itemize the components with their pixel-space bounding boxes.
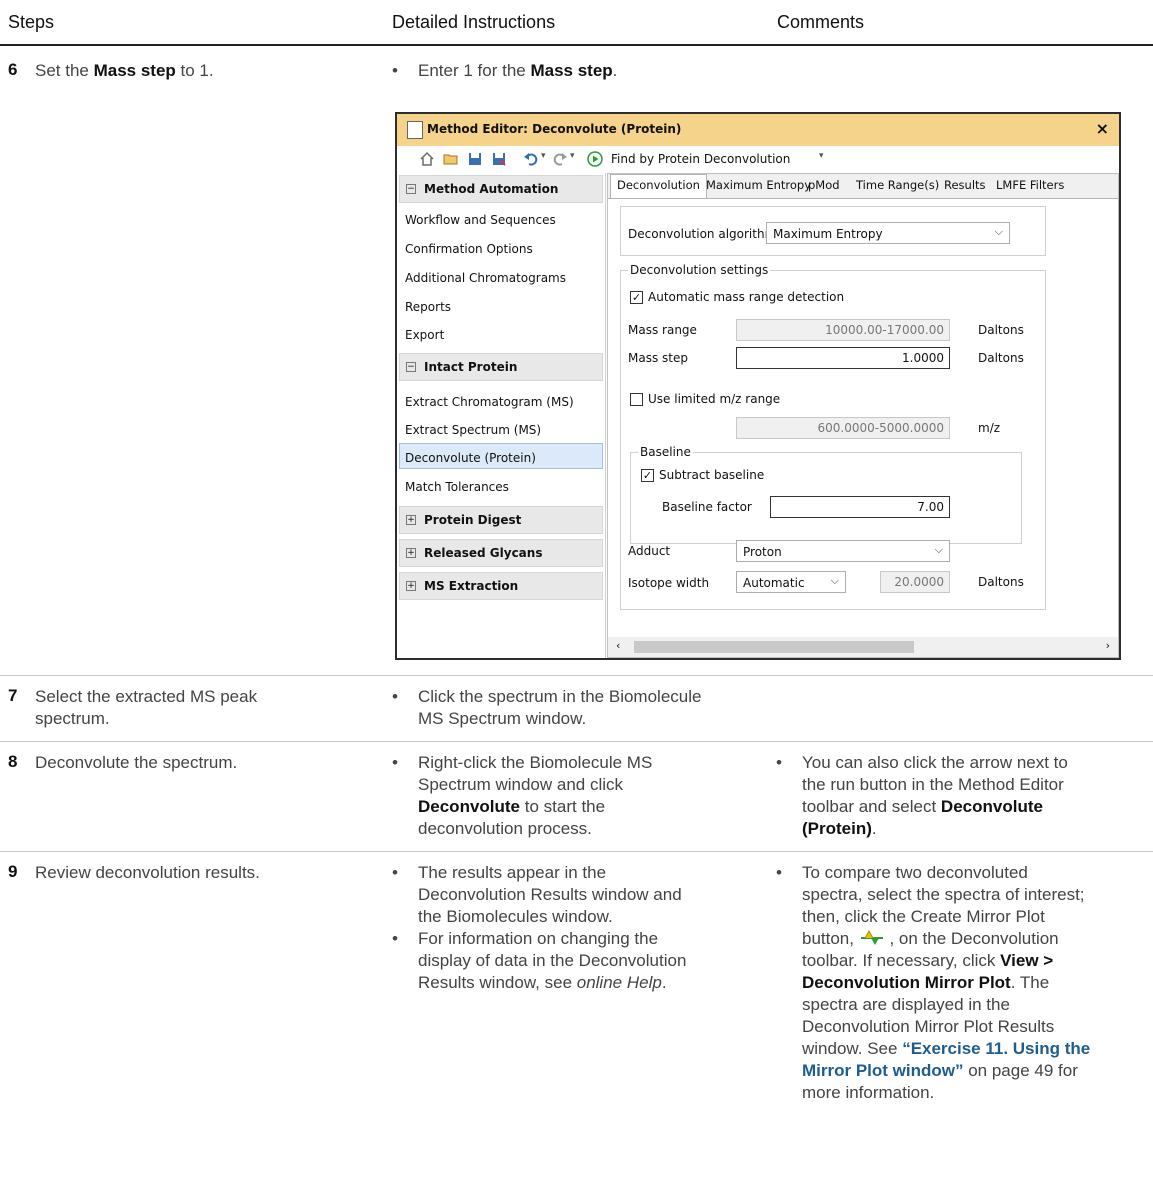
tree-item-deconvolute[interactable]: Deconvolute (Protein) [405, 451, 536, 465]
run-label[interactable]: Find by Protein Deconvolution [611, 152, 790, 166]
isotope-unit: Daltons [978, 575, 1024, 589]
mz-unit: m/z [978, 421, 1001, 435]
baseline-factor-field[interactable]: 7.00 [770, 496, 950, 518]
row-divider [0, 675, 1153, 676]
mass-step-unit: Daltons [978, 351, 1024, 365]
tab-strip: Deconvolution Maximum Entropy pMod Time … [608, 174, 1118, 199]
row-divider [0, 851, 1153, 852]
run-icon[interactable] [587, 151, 603, 167]
step-number: 9 [8, 862, 18, 881]
algorithm-label: Deconvolution algorithm [628, 227, 777, 241]
tree-item-workflow[interactable]: Workflow and Sequences [405, 213, 556, 227]
scrollbar-thumb[interactable] [634, 641, 914, 653]
undo-dropdown-icon[interactable]: ▾ [541, 151, 546, 161]
subtract-baseline-label: Subtract baseline [659, 468, 765, 482]
tab-time-ranges[interactable]: Time Range(s) [856, 178, 939, 192]
algorithm-select[interactable]: Maximum Entropy ⌵ [766, 222, 1010, 244]
tree-item-extract-spectrum[interactable]: Extract Spectrum (MS) [405, 423, 541, 437]
editor-icon [407, 121, 423, 139]
redo-icon[interactable] [552, 151, 568, 167]
run-dropdown-icon[interactable]: ▾ [819, 151, 824, 161]
mirror-plot-icon [860, 929, 883, 945]
tree-item-chromatograms[interactable]: Additional Chromatograms [405, 271, 566, 285]
redo-dropdown-icon[interactable]: ▾ [570, 151, 575, 161]
home-icon[interactable] [419, 151, 435, 167]
open-folder-icon[interactable] [443, 151, 459, 167]
step-text: Deconvolute the spectrum. [35, 753, 238, 772]
window-title: Method Editor: Deconvolute (Protein) [427, 122, 682, 136]
tab-maximum-entropy[interactable]: Maximum Entropy [706, 178, 811, 192]
chevron-down-icon: ⌵ [934, 543, 943, 556]
col-steps: Steps [8, 12, 55, 32]
group-released-glycans[interactable]: + Released Glycans [399, 539, 603, 567]
scroll-left-icon[interactable]: ‹ [616, 639, 620, 652]
tree-item-export[interactable]: Export [405, 328, 444, 342]
save-as-icon[interactable] [491, 151, 507, 167]
group-method-automation[interactable]: − Method Automation [399, 175, 603, 203]
use-mz-checkbox[interactable] [630, 393, 643, 406]
row-divider [0, 741, 1153, 742]
tree-item-confirmation[interactable]: Confirmation Options [405, 242, 533, 256]
mass-step-label: Mass step [628, 351, 688, 365]
auto-mass-checkbox[interactable]: ✓ [630, 291, 643, 304]
tree-item-reports[interactable]: Reports [405, 300, 451, 314]
group-intact-protein[interactable]: − Intact Protein [399, 353, 603, 381]
expand-icon: + [406, 548, 416, 558]
method-editor-window: Method Editor: Deconvolute (Protein) × ▾… [395, 112, 1121, 660]
step-number: 6 [8, 60, 18, 79]
mass-range-label: Mass range [628, 323, 697, 337]
chevron-down-icon: ⌵ [830, 574, 839, 587]
mass-range-unit: Daltons [978, 323, 1024, 337]
tab-pmod[interactable]: pMod [808, 178, 840, 192]
window-toolbar: ▾ ▾ Find by Protein Deconvolution ▾ [397, 146, 1119, 173]
chevron-down-icon: ⌵ [994, 225, 1003, 238]
mass-step-field[interactable]: 1.0000 [736, 347, 950, 369]
exercise-link-cont[interactable]: Mirror Plot window” [802, 1061, 964, 1080]
window-titlebar: Method Editor: Deconvolute (Protein) × [397, 114, 1119, 146]
step-text: Set the Mass step to 1. [35, 61, 214, 80]
baseline-factor-label: Baseline factor [662, 500, 752, 514]
horizontal-scrollbar[interactable]: ‹ › [608, 637, 1118, 657]
mz-range-field[interactable]: 600.0000-5000.0000 [736, 417, 950, 439]
tab-results[interactable]: Results [944, 178, 986, 192]
expand-icon: + [406, 515, 416, 525]
mass-range-field[interactable]: 10000.00-17000.00 [736, 319, 950, 341]
adduct-select[interactable]: Proton ⌵ [736, 540, 950, 562]
isotope-select[interactable]: Automatic ⌵ [736, 571, 846, 593]
save-icon[interactable] [467, 151, 483, 167]
expand-icon: + [406, 581, 416, 591]
auto-mass-label: Automatic mass range detection [648, 290, 845, 304]
tab-deconvolution[interactable]: Deconvolution [610, 174, 707, 198]
col-comments: Comments [777, 12, 865, 32]
collapse-icon: − [406, 184, 416, 194]
close-button[interactable]: × [1096, 119, 1109, 138]
group-ms-extraction[interactable]: + MS Extraction [399, 572, 603, 600]
col-detailed: Detailed Instructions [392, 12, 556, 32]
collapse-icon: − [406, 362, 416, 372]
settings-panel: Deconvolution Maximum Entropy pMod Time … [607, 173, 1119, 658]
tab-lmfe-filters[interactable]: LMFE Filters [996, 178, 1064, 192]
baseline-label: Baseline [638, 445, 693, 459]
settings-label: Deconvolution settings [628, 263, 771, 277]
step-number: 8 [8, 752, 18, 771]
tree-item-extract-chrom[interactable]: Extract Chromatogram (MS) [405, 395, 574, 409]
undo-icon[interactable] [523, 151, 539, 167]
subtract-baseline-checkbox[interactable]: ✓ [641, 469, 654, 482]
adduct-label: Adduct [628, 544, 671, 558]
isotope-label: Isotope width [628, 576, 710, 590]
exercise-link[interactable]: “Exercise 11. Using the [902, 1039, 1090, 1058]
step-text: Review deconvolution results. [35, 863, 260, 882]
step-text: Select the extracted MS peak spectrum. [35, 687, 258, 728]
use-mz-label: Use limited m/z range [648, 392, 781, 406]
group-protein-digest[interactable]: + Protein Digest [399, 506, 603, 534]
method-tree: − Method Automation Workflow and Sequence… [397, 173, 606, 658]
step-number: 7 [8, 686, 18, 705]
scroll-right-icon[interactable]: › [1106, 639, 1110, 652]
table-header: Steps Detailed Instructions Comments [0, 0, 1153, 46]
tree-item-match-tolerances[interactable]: Match Tolerances [405, 480, 509, 494]
isotope-width-field[interactable]: 20.0000 [880, 571, 950, 593]
